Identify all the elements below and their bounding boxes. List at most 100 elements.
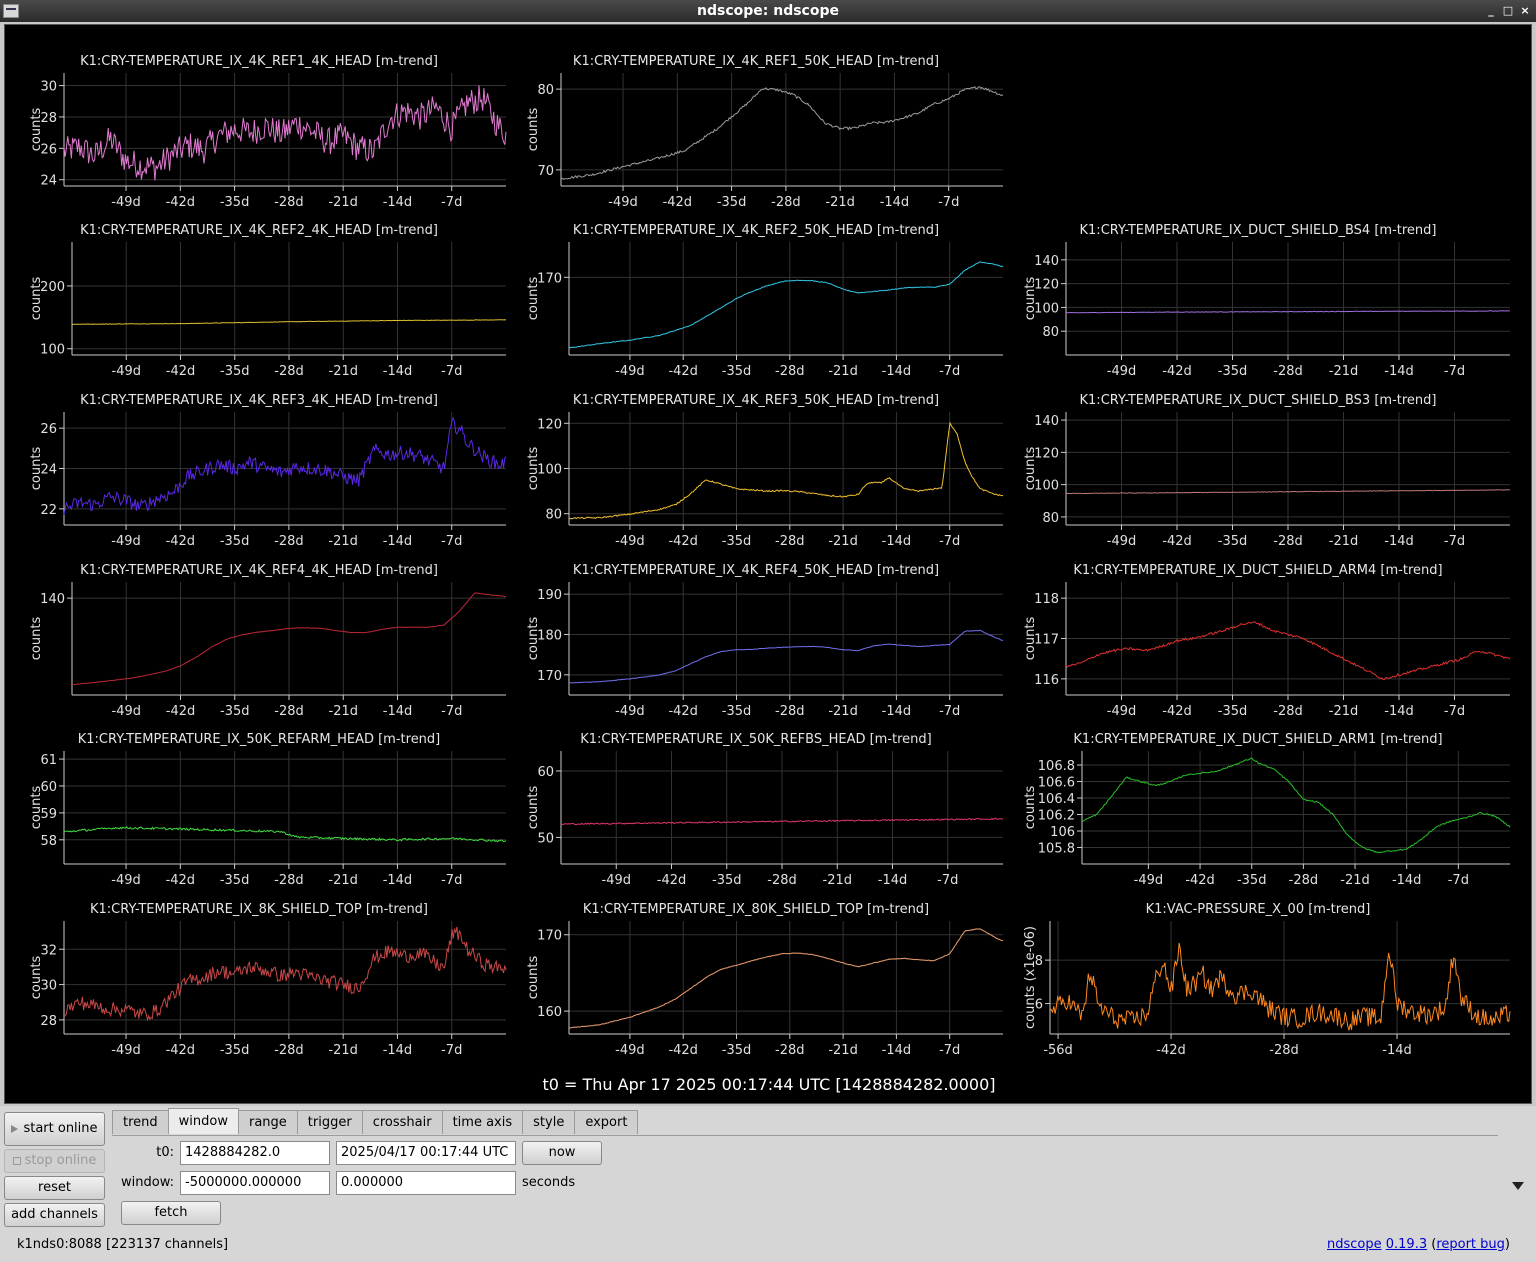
x-tick-label: -35d	[712, 873, 742, 888]
y-axis-label: counts	[1023, 277, 1038, 321]
x-tick-label: -49d	[112, 704, 142, 719]
x-tick-label: -42d	[166, 534, 196, 549]
x-tick-label: -14d	[1384, 704, 1414, 719]
report-bug-link[interactable]: report bug	[1436, 1237, 1505, 1252]
plot-4[interactable]: K1:CRY-TEMPERATURE_IX_4K_REF2_50K_HEAD […	[526, 223, 1004, 379]
x-tick-label: -28d	[775, 1043, 805, 1058]
plot-5[interactable]: K1:CRY-TEMPERATURE_IX_DUCT_SHIELD_BS4 [m…	[1023, 223, 1511, 379]
x-tick-label: -14d	[878, 873, 908, 888]
plot-title: K1:CRY-TEMPERATURE_IX_DUCT_SHIELD_BS4 [m…	[1080, 223, 1437, 238]
status-bar: k1nds0:8088 [223137 channels]	[17, 1237, 228, 1252]
window-menu-icon[interactable]	[3, 4, 19, 18]
plot-12[interactable]: K1:CRY-TEMPERATURE_IX_50K_REFARM_HEAD [m…	[29, 732, 507, 888]
close-button[interactable]: ×	[1518, 0, 1532, 22]
x-tick-label: -7d	[939, 704, 960, 719]
t0-utc-input[interactable]: 2025/04/17 00:17:44 UTC	[336, 1141, 516, 1165]
y-axis-label: counts	[526, 277, 541, 321]
plot-10[interactable]: K1:CRY-TEMPERATURE_IX_4K_REF4_50K_HEAD […	[526, 563, 1004, 719]
tab-window[interactable]: window	[167, 1108, 239, 1134]
y-tick-label: 80	[1042, 325, 1059, 340]
plot-8[interactable]: K1:CRY-TEMPERATURE_IX_DUCT_SHIELD_BS3 [m…	[1023, 393, 1511, 549]
x-tick-label: -28d	[1289, 873, 1319, 888]
window-start-input[interactable]: -5000000.000000	[180, 1171, 330, 1195]
series-trace	[568, 261, 1004, 349]
x-tick-label: -28d	[1273, 364, 1303, 379]
tab-trigger[interactable]: trigger	[296, 1110, 363, 1134]
plot-14[interactable]: K1:CRY-TEMPERATURE_IX_DUCT_SHIELD_ARM1 […	[1023, 732, 1511, 888]
x-tick-label: -28d	[775, 534, 805, 549]
x-tick-label: -35d	[717, 195, 747, 210]
x-tick-label: -35d	[1237, 873, 1267, 888]
x-tick-label: -35d	[1218, 364, 1248, 379]
x-tick-label: -49d	[615, 1043, 645, 1058]
minimize-button[interactable]: _	[1484, 0, 1498, 22]
tab-divider	[112, 1135, 1498, 1136]
y-tick-label: 105.8	[1038, 842, 1075, 857]
plot-title: K1:CRY-TEMPERATURE_IX_4K_REF2_4K_HEAD [m…	[80, 223, 438, 238]
plot-13[interactable]: K1:CRY-TEMPERATURE_IX_50K_REFBS_HEAD [m-…	[526, 732, 1004, 888]
plot-11[interactable]: K1:CRY-TEMPERATURE_IX_DUCT_SHIELD_ARM4 […	[1023, 563, 1511, 719]
x-tick-label: -35d	[220, 364, 250, 379]
plot-3[interactable]: K1:CRY-TEMPERATURE_IX_4K_REF2_4K_HEAD [m…	[29, 223, 507, 379]
tab-trend[interactable]: trend	[112, 1110, 169, 1134]
x-tick-label: -35d	[722, 534, 752, 549]
plot-15[interactable]: K1:CRY-TEMPERATURE_IX_8K_SHIELD_TOP [m-t…	[29, 902, 507, 1058]
tab-style[interactable]: style	[522, 1110, 576, 1134]
y-tick-label: 118	[1034, 592, 1059, 607]
plot-9[interactable]: K1:CRY-TEMPERATURE_IX_4K_REF4_4K_HEAD [m…	[29, 563, 507, 719]
y-tick-label: 106.6	[1038, 776, 1075, 791]
x-tick-label: -21d	[828, 704, 858, 719]
tab-time-axis[interactable]: time axis	[441, 1110, 524, 1134]
plot-16[interactable]: K1:CRY-TEMPERATURE_IX_80K_SHIELD_TOP [m-…	[526, 902, 1004, 1058]
add-channels-button[interactable]: add channels	[4, 1203, 105, 1227]
x-tick-label: -21d	[1329, 704, 1359, 719]
x-tick-label: -14d	[882, 364, 912, 379]
x-tick-label: -14d	[383, 195, 413, 210]
x-tick-label: -7d	[441, 873, 462, 888]
fetch-button[interactable]: fetch	[121, 1201, 221, 1225]
x-tick-label: -49d	[1107, 704, 1137, 719]
plot-7[interactable]: K1:CRY-TEMPERATURE_IX_4K_REF3_50K_HEAD […	[526, 393, 1003, 549]
collapse-panel-icon[interactable]	[1512, 1182, 1524, 1190]
x-tick-label: -28d	[274, 534, 304, 549]
version-link[interactable]: 0.19.3	[1386, 1237, 1427, 1252]
x-tick-label: -49d	[111, 195, 141, 210]
ndscope-link[interactable]: ndscope	[1327, 1237, 1382, 1252]
tab-range[interactable]: range	[237, 1110, 298, 1134]
x-tick-label: -7d	[939, 534, 960, 549]
x-tick-label: -14d	[383, 364, 413, 379]
y-tick-label: 28	[40, 1014, 57, 1029]
stop-online-button[interactable]: stop online	[4, 1149, 105, 1173]
y-tick-label: 22	[40, 503, 57, 518]
plot-6[interactable]: K1:CRY-TEMPERATURE_IX_4K_REF3_4K_HEAD [m…	[29, 393, 507, 549]
tab-bar: trend window range trigger crosshair time axi…	[112, 1108, 639, 1134]
y-axis-label: counts (x1e-06)	[1023, 926, 1038, 1029]
start-online-button[interactable]: start online	[4, 1112, 105, 1146]
tab-export[interactable]: export	[574, 1110, 639, 1134]
reset-button[interactable]: reset	[4, 1176, 105, 1200]
plot-0[interactable]: K1:CRY-TEMPERATURE_IX_4K_REF1_4K_HEAD [m…	[29, 54, 507, 210]
plot-area: K1:CRY-TEMPERATURE_IX_4K_REF1_4K_HEAD [m…	[4, 24, 1532, 1104]
x-tick-label: -14d	[383, 534, 413, 549]
plot-1[interactable]: K1:CRY-TEMPERATURE_IX_4K_REF1_50K_HEAD […	[526, 54, 1004, 210]
x-tick-label: -14d	[880, 195, 910, 210]
x-tick-label: -21d	[1340, 873, 1370, 888]
maximize-button[interactable]: □	[1501, 0, 1515, 22]
series-trace	[64, 926, 507, 1022]
x-tick-label: -21d	[1329, 364, 1359, 379]
plot-title: K1:CRY-TEMPERATURE_IX_4K_REF3_4K_HEAD [m…	[80, 393, 438, 408]
x-tick-label: -7d	[939, 1043, 960, 1058]
server-address: k1nds0:8088	[17, 1237, 102, 1252]
plot-17[interactable]: K1:VAC-PRESSURE_X_00 [m-trend] -56d -42d -2…	[1023, 902, 1511, 1058]
tab-crosshair[interactable]: crosshair	[361, 1110, 443, 1134]
x-tick-label: -21d	[329, 364, 359, 379]
x-tick-label: -28d	[274, 704, 304, 719]
x-tick-label: -7d	[441, 364, 462, 379]
now-button[interactable]: now	[522, 1141, 602, 1165]
y-tick-label: 140	[40, 592, 65, 607]
y-axis-label: counts	[526, 617, 541, 661]
x-tick-label: -35d	[220, 1043, 250, 1058]
t0-gps-input[interactable]: 1428884282.0	[180, 1141, 330, 1165]
window-end-input[interactable]: 0.000000	[336, 1171, 516, 1195]
x-tick-label: -7d	[1448, 873, 1469, 888]
